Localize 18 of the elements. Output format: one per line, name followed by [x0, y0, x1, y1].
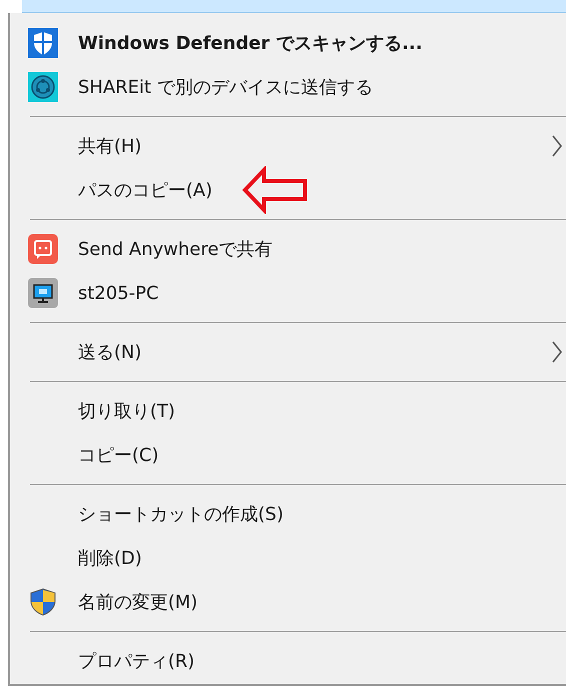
shield-icon — [28, 28, 58, 58]
menu-item[interactable]: Send Anywhereで共有 — [78, 237, 273, 261]
menu-item[interactable]: コピー(C) — [78, 443, 159, 467]
shield-icon — [28, 587, 58, 617]
menu-item[interactable]: 切り取り(T) — [78, 399, 176, 423]
menu-item[interactable]: 削除(D) — [78, 546, 142, 570]
menu-item[interactable]: プロパティ(R) — [78, 649, 195, 673]
menu-item[interactable]: 共有(H) — [78, 134, 142, 158]
menu-item[interactable]: パスのコピー(A) — [78, 178, 212, 202]
menu-item[interactable]: SHAREit で別のデバイスに送信する — [78, 75, 373, 99]
menu-item[interactable]: 送る(N) — [78, 340, 142, 364]
menu-item[interactable]: Windows Defender でスキャンする... — [78, 31, 422, 55]
menu-item[interactable]: st205-PC — [78, 282, 159, 304]
chat-icon — [28, 234, 58, 264]
menu-item[interactable]: ショートカットの作成(S) — [78, 502, 284, 526]
monitor-icon — [28, 278, 58, 308]
menu-item[interactable]: 名前の変更(M) — [78, 590, 198, 614]
share-icon — [28, 72, 58, 102]
